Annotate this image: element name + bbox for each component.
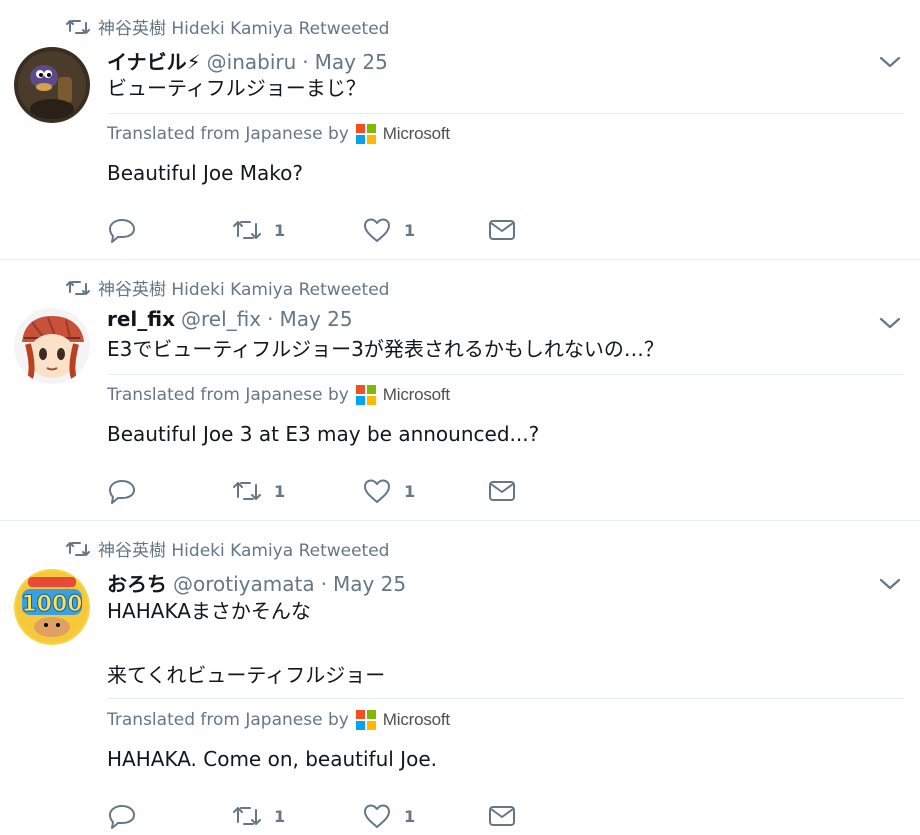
translation-attribution: Translated from Japanese by Microsoft	[107, 124, 450, 144]
separator: ·	[267, 307, 274, 331]
separator: ·	[302, 50, 309, 74]
display-name[interactable]: rel_fix	[107, 307, 175, 331]
heart-icon	[364, 804, 390, 828]
like-count: 1	[404, 481, 416, 501]
tweet-text: E3でビューティフルジョー3が発表されるかもしれないの…？	[107, 337, 664, 361]
retweeted-by-label: 神谷英樹 Hideki Kamiya Retweeted	[98, 280, 390, 300]
retweet-icon	[66, 19, 90, 34]
translator-name: Microsoft	[382, 385, 450, 404]
tweet-text: ビューティフルジョーまじ？	[107, 76, 366, 100]
display-name[interactable]: イナビル⚡	[107, 46, 201, 75]
retweet-context: 神谷英樹 Hideki Kamiya Retweeted	[66, 275, 389, 300]
tweet-actions: 1 1	[107, 477, 527, 507]
tweet-header: rel_fix @rel_fix · May 25	[107, 307, 353, 331]
translated-text: Beautiful Joe Mako?	[107, 161, 304, 185]
avatar[interactable]: 1000	[14, 569, 90, 645]
retweet-count: 1	[274, 806, 286, 826]
translator-name: Microsoft	[382, 124, 450, 143]
retweet-button[interactable]: 1	[232, 802, 285, 830]
avatar[interactable]	[14, 308, 90, 384]
direct-message-button[interactable]	[487, 216, 517, 244]
separator: ·	[320, 572, 327, 596]
reply-icon	[109, 480, 135, 504]
reply-button[interactable]	[107, 216, 137, 244]
divider	[107, 374, 904, 375]
user-handle[interactable]: @inabiru	[207, 50, 297, 74]
retweet-context: 神谷英樹 Hideki Kamiya Retweeted	[66, 14, 389, 39]
user-handle[interactable]: @rel_fix	[181, 307, 261, 331]
translated-label: Translated from Japanese by	[107, 385, 349, 405]
heart-icon	[364, 479, 390, 503]
like-count: 1	[404, 806, 416, 826]
microsoft-logo-icon	[355, 124, 376, 144]
like-button[interactable]: 1	[362, 477, 415, 505]
retweet-icon	[233, 221, 261, 239]
heart-icon	[364, 218, 390, 242]
direct-message-button[interactable]	[487, 477, 517, 505]
tweet-actions: 1 1	[107, 802, 527, 832]
microsoft-logo-icon	[355, 710, 376, 730]
chevron-down-icon[interactable]	[878, 52, 902, 72]
retweet-icon	[233, 482, 261, 500]
like-button[interactable]: 1	[362, 802, 415, 830]
tweet-header: おろち @orotiyamata · May 25	[107, 568, 406, 597]
like-button[interactable]: 1	[362, 216, 415, 244]
retweet-count: 1	[274, 220, 286, 240]
reply-button[interactable]	[107, 802, 137, 830]
translator-name: Microsoft	[382, 710, 450, 729]
translation-attribution: Translated from Japanese by Microsoft	[107, 710, 450, 730]
translation-attribution: Translated from Japanese by Microsoft	[107, 385, 450, 405]
reply-icon	[109, 805, 135, 829]
tweet-actions: 1 1	[107, 216, 527, 246]
retweeted-by-label: 神谷英樹 Hideki Kamiya Retweeted	[98, 19, 390, 39]
microsoft-logo-icon	[355, 385, 376, 405]
retweet-button[interactable]: 1	[232, 216, 285, 244]
retweet-icon	[66, 280, 90, 295]
retweeted-by-label: 神谷英樹 Hideki Kamiya Retweeted	[98, 541, 390, 561]
like-count: 1	[404, 220, 416, 240]
chevron-down-icon[interactable]	[878, 574, 902, 594]
retweet-button[interactable]: 1	[232, 477, 285, 505]
divider	[107, 698, 904, 699]
tweet[interactable]: 神谷英樹 Hideki Kamiya Retweeted rel_fix @re…	[0, 261, 920, 521]
retweet-context: 神谷英樹 Hideki Kamiya Retweeted	[66, 536, 389, 561]
envelope-icon	[489, 481, 515, 501]
reply-icon	[109, 219, 135, 243]
direct-message-button[interactable]	[487, 802, 517, 830]
tweet-date[interactable]: May 25	[315, 50, 388, 74]
retweet-icon	[66, 541, 90, 556]
envelope-icon	[489, 220, 515, 240]
reply-button[interactable]	[107, 477, 137, 505]
translated-label: Translated from Japanese by	[107, 710, 349, 730]
translated-text: HAHAKA. Come on, beautiful Joe.	[107, 747, 437, 771]
display-name[interactable]: おろち	[107, 568, 167, 597]
retweet-count: 1	[274, 481, 286, 501]
tweet[interactable]: 神谷英樹 Hideki Kamiya Retweeted 1000 おろち @o…	[0, 522, 920, 835]
envelope-icon	[489, 806, 515, 826]
avatar[interactable]	[14, 47, 90, 123]
svg-text:1000: 1000	[21, 592, 82, 617]
tweet-date[interactable]: May 25	[333, 572, 406, 596]
retweet-icon	[233, 807, 261, 825]
tweet-text: HAHAKAまさかそんな 来てくれビューティフルジョー	[107, 599, 386, 687]
translated-label: Translated from Japanese by	[107, 124, 349, 144]
chevron-down-icon[interactable]	[878, 313, 902, 333]
user-handle[interactable]: @orotiyamata	[173, 572, 315, 596]
tweet-header: イナビル⚡ @inabiru · May 25	[107, 46, 388, 75]
translated-text: Beautiful Joe 3 at E3 may be announced..…	[107, 422, 540, 446]
tweet-date[interactable]: May 25	[279, 307, 352, 331]
divider	[107, 113, 904, 114]
tweet[interactable]: 神谷英樹 Hideki Kamiya Retweeted イナビル⚡ @inab…	[0, 0, 920, 260]
